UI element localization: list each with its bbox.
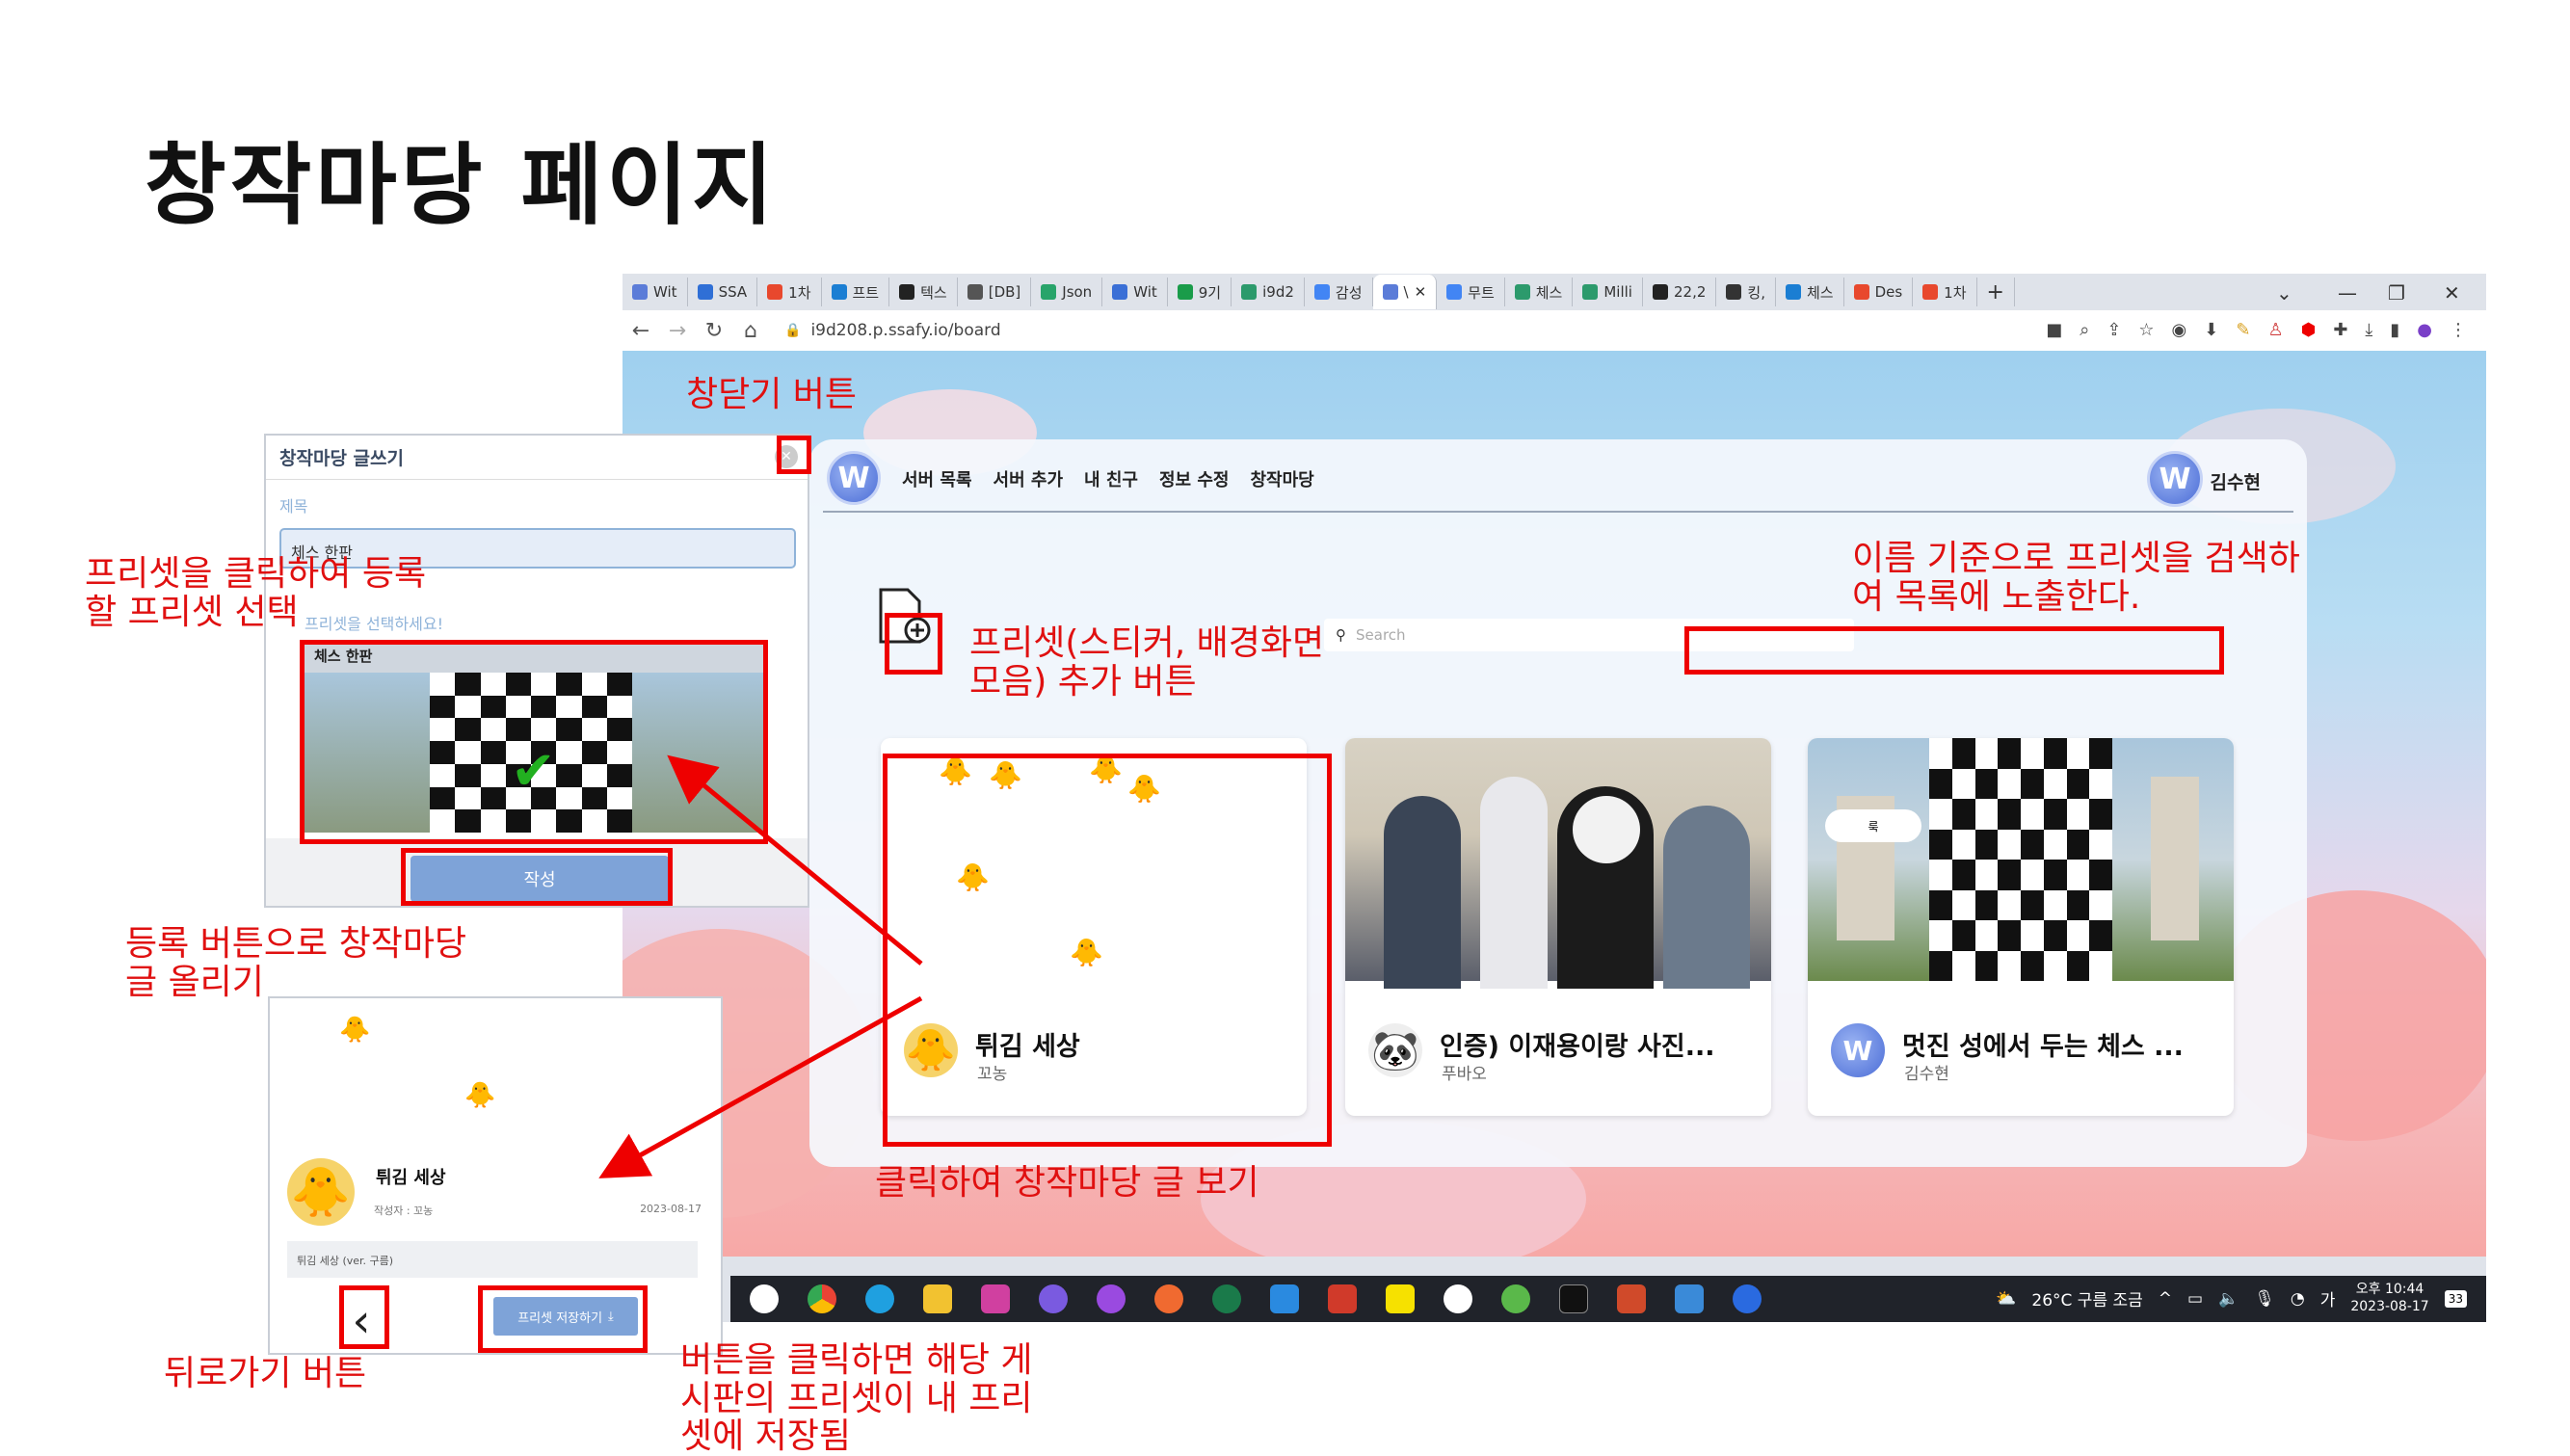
annotation-select-preset: 프리셋을 클릭하여 등록 할 프리셋 선택 [85,554,427,632]
annotation-back: 뒤로가기 버튼 [164,1354,367,1393]
annotation-search: 이름 기준으로 프리셋을 검색하 여 목록에 노출한다. [1852,539,2300,617]
arrow-to-preset [667,754,923,966]
annotation-save: 버튼을 클릭하면 해당 게 시판의 프리셋이 내 프리 셋에 저장됨 [680,1340,1033,1456]
arrow-to-detail [598,995,923,1178]
annotation-add-preset: 프리셋(스티커, 배경화면 모음) 추가 버튼 [969,623,1325,702]
annotation-arrows [598,754,923,1178]
annotation-submit: 등록 버튼으로 창작마당 글 올리기 [125,924,467,1002]
annotation-view-post: 클릭하여 창작마당 글 보기 [875,1163,1259,1203]
annotation-close: 창닫기 버튼 [686,375,858,414]
